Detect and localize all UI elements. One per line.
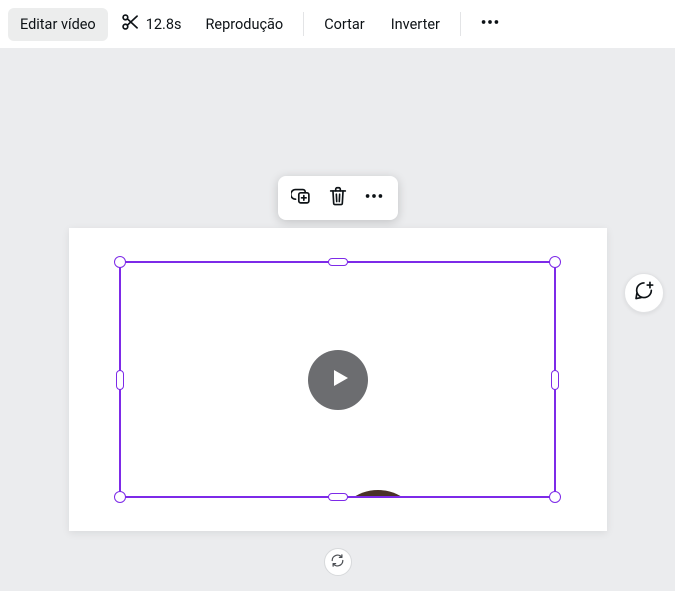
toolbar-divider xyxy=(460,12,461,36)
resize-handle-right[interactable] xyxy=(551,370,559,390)
invert-button[interactable]: Inverter xyxy=(379,8,452,41)
duration-value: 12.8s xyxy=(146,16,182,33)
delete-button[interactable] xyxy=(322,182,354,214)
resize-handle-bottom-left[interactable] xyxy=(114,491,126,503)
resize-handle-left[interactable] xyxy=(116,370,124,390)
trash-icon xyxy=(327,185,349,211)
canvas-area xyxy=(0,48,675,591)
sync-button[interactable] xyxy=(324,548,352,576)
edit-video-button[interactable]: Editar vídeo xyxy=(8,8,108,41)
selection-toolbar xyxy=(278,176,398,220)
scissors-icon xyxy=(120,12,140,36)
duration-control[interactable]: 12.8s xyxy=(110,4,192,44)
editor-toolbar: Editar vídeo 12.8s Reprodução Cortar Inv… xyxy=(0,0,675,48)
duplicate-icon xyxy=(291,185,313,211)
resize-handle-top-right[interactable] xyxy=(549,256,561,268)
resize-handle-bottom[interactable] xyxy=(328,493,348,501)
resize-handle-top-left[interactable] xyxy=(114,256,126,268)
play-button[interactable] xyxy=(308,350,368,410)
resize-handle-top[interactable] xyxy=(328,258,348,266)
more-button[interactable] xyxy=(469,3,511,45)
sync-icon xyxy=(330,553,345,572)
toolbar-divider xyxy=(303,12,304,36)
crop-button[interactable]: Cortar xyxy=(312,8,377,41)
selection-more-button[interactable] xyxy=(358,182,390,214)
resize-handle-bottom-right[interactable] xyxy=(549,491,561,503)
comment-add-button[interactable] xyxy=(624,273,664,313)
duplicate-button[interactable] xyxy=(286,182,318,214)
page[interactable] xyxy=(69,228,607,531)
playback-button[interactable]: Reprodução xyxy=(193,8,295,41)
more-horizontal-icon xyxy=(363,185,385,211)
comment-add-icon xyxy=(633,280,655,306)
video-element[interactable] xyxy=(121,263,554,496)
selection-frame[interactable] xyxy=(119,261,556,498)
play-icon xyxy=(324,366,352,394)
more-horizontal-icon xyxy=(479,11,501,37)
